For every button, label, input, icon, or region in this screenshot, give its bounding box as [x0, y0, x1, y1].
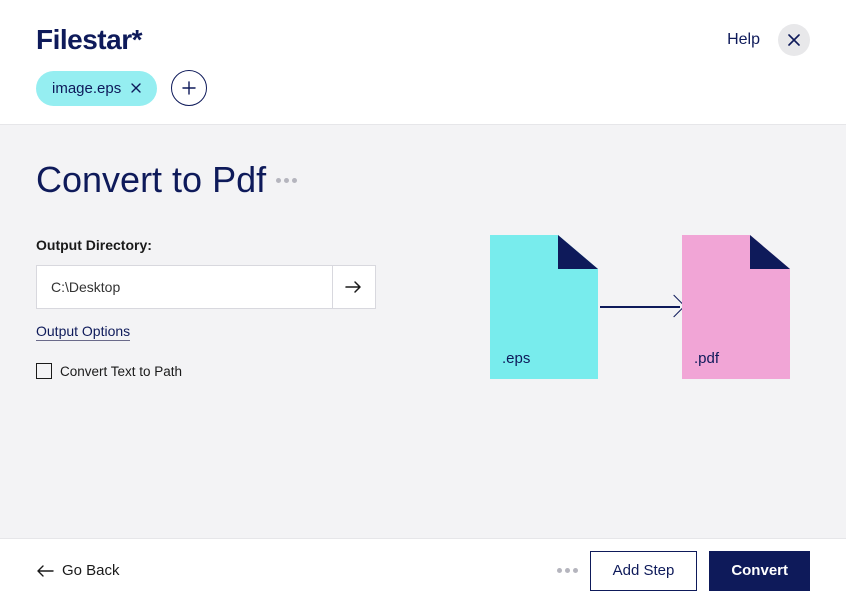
file-icon-eps-label: .eps	[502, 350, 530, 367]
arrow-right-icon	[600, 306, 680, 308]
file-icon-eps: .eps	[490, 235, 598, 379]
go-back-button[interactable]: Go Back	[36, 562, 120, 579]
output-directory-browse-button[interactable]	[332, 265, 376, 309]
page-title: Convert to Pdf	[36, 159, 266, 201]
output-options-link[interactable]: Output Options	[36, 323, 130, 341]
arrow-left-icon	[36, 565, 54, 577]
help-link[interactable]: Help	[727, 31, 760, 49]
app-logo: Filestar*	[36, 24, 142, 56]
plus-icon	[182, 81, 196, 95]
file-icon-pdf: .pdf	[682, 235, 790, 379]
output-directory-input[interactable]	[36, 265, 332, 309]
file-chip-label: image.eps	[52, 80, 121, 97]
arrow-right-icon	[345, 280, 363, 294]
conversion-illustration: .eps .pdf	[490, 235, 790, 379]
add-step-button[interactable]: Add Step	[590, 551, 698, 591]
close-icon	[788, 34, 800, 46]
remove-file-icon[interactable]	[131, 83, 141, 93]
convert-button[interactable]: Convert	[709, 551, 810, 591]
add-file-button[interactable]	[171, 70, 207, 106]
convert-text-to-path-label: Convert Text to Path	[60, 364, 182, 379]
file-chip[interactable]: image.eps	[36, 71, 157, 106]
footer-more-icon[interactable]	[557, 568, 578, 573]
file-icon-pdf-label: .pdf	[694, 350, 719, 367]
output-directory-label: Output Directory:	[36, 237, 376, 253]
close-button[interactable]	[778, 24, 810, 56]
go-back-label: Go Back	[62, 562, 120, 579]
convert-text-to-path-checkbox[interactable]	[36, 363, 52, 379]
title-more-icon[interactable]	[276, 178, 297, 183]
